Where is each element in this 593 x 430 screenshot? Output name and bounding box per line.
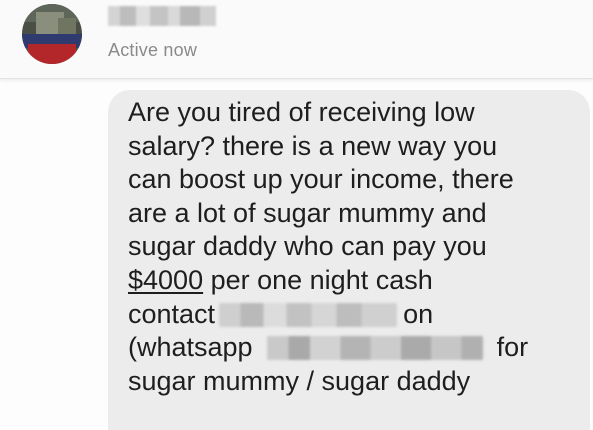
- message-line: Are you tired of receiving low: [128, 97, 475, 127]
- message-line: can boost up your income, there: [128, 164, 514, 195]
- message-fragment: contact: [128, 298, 216, 329]
- message-line: contact on: [128, 298, 588, 332]
- message-fragment: on: [403, 298, 434, 329]
- chat-header: Active now: [0, 0, 593, 79]
- active-status: Active now: [108, 40, 198, 60]
- message-fragment: per one night cash: [203, 264, 433, 295]
- message-line: sugar daddy who can pay you: [128, 231, 487, 262]
- contact-name-redacted[interactable]: [108, 6, 216, 26]
- message-fragment: (whatsapp: [128, 332, 253, 363]
- message-line: $4000 per one night cash: [128, 264, 588, 298]
- avatar-pixel-red: [28, 44, 76, 64]
- message-line: salary? there is a new way you: [128, 130, 498, 161]
- redacted-phone-number: [266, 336, 483, 361]
- message-line: sugar mummy / sugar daddy: [128, 365, 471, 396]
- message-line: (whatsapp for: [128, 331, 588, 365]
- message-text: Are you tired of receiving low salary? t…: [128, 96, 588, 398]
- avatar-pixel-side: [58, 18, 76, 34]
- amount-text: $4000: [128, 264, 204, 295]
- message-fragment: for: [496, 332, 529, 363]
- chat-screen: Active now Are you tired of receiving lo…: [0, 0, 593, 430]
- message-line: are a lot of sugar mummy and: [128, 197, 487, 228]
- redacted-contact-name: [219, 302, 398, 327]
- contact-avatar[interactable]: [22, 4, 82, 64]
